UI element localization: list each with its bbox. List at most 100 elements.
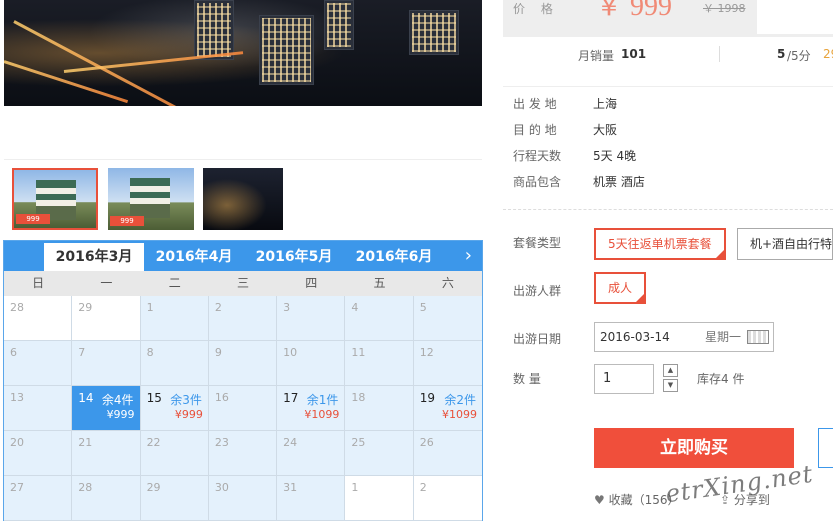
heart-icon: ♥	[594, 493, 605, 507]
monthly-sales-count: 101	[621, 47, 647, 61]
calendar-day[interactable]: 15 余3件 ¥999	[140, 386, 209, 431]
travel-date-field[interactable]: 2016-03-14 星期一	[594, 322, 774, 352]
tab-month-2[interactable]: 2016年4月	[144, 243, 244, 271]
day-stock: 余4件	[101, 393, 134, 407]
traveler-group-label: 出游人群	[513, 284, 562, 298]
day-number: 29	[78, 301, 93, 314]
calendar-day: 3	[277, 296, 346, 341]
calendar-day: 6	[4, 341, 73, 386]
divider	[719, 46, 720, 62]
info-row-departure: 出 发 地 上海	[503, 95, 833, 121]
day-number: 30	[214, 481, 229, 494]
calendar-day: 5	[413, 296, 482, 341]
info-value: 机票 酒店	[593, 175, 645, 189]
calendar-day: 2	[208, 296, 278, 341]
thumbnail-2[interactable]: 999	[108, 168, 194, 230]
traveler-group-option[interactable]: 成人	[594, 272, 647, 304]
tab-month-4[interactable]: 2016年6月	[344, 243, 444, 271]
day-number: 19	[419, 391, 435, 405]
calendar-day: 22	[140, 431, 209, 476]
rating-suffix: /5分	[787, 49, 811, 63]
original-price: ￥ 1998	[703, 2, 746, 15]
day-number: 20	[10, 436, 24, 449]
stock-remaining: 库存4 件	[697, 372, 745, 386]
day-number: 7	[78, 346, 86, 359]
quantity-increase-icon[interactable]: ▲	[663, 364, 678, 377]
divider	[503, 209, 833, 210]
calendar-icon[interactable]	[747, 330, 769, 344]
calendar-day: 28	[72, 476, 141, 521]
package-option-other[interactable]: 机+酒自由行特惠	[737, 228, 833, 260]
day-number: 4	[351, 301, 359, 314]
package-type-label: 套餐类型	[513, 236, 562, 250]
weekday-label: 一	[100, 276, 113, 290]
sales-summary: 月销量 101 5 /5分 29	[503, 40, 833, 70]
day-number: 1	[351, 481, 359, 494]
day-number: 31	[283, 481, 298, 494]
quantity-input[interactable]: 1	[594, 364, 654, 394]
day-number: 13	[10, 391, 24, 404]
calendar-day: 21	[72, 431, 141, 476]
calendar-day: 13	[4, 386, 73, 431]
day-number: 6	[10, 346, 17, 359]
buy-now-button[interactable]: 立即购买	[594, 428, 794, 468]
day-number: 25	[351, 436, 366, 449]
next-month-arrow-icon[interactable]: ›	[465, 241, 472, 271]
day-number: 10	[283, 346, 298, 359]
calendar-day: 25	[345, 431, 414, 476]
quantity-label: 数 量	[513, 372, 541, 386]
calendar-day-selected[interactable]: 14 余4件 ¥999	[72, 386, 141, 431]
tab-month-3[interactable]: 2016年5月	[244, 243, 344, 271]
calendar-day[interactable]: 19 余2件 ¥1099	[413, 386, 482, 431]
monthly-sales-label: 月销量	[578, 49, 615, 63]
day-number: 22	[146, 436, 161, 449]
day-number: 16	[214, 391, 229, 404]
quantity-decrease-icon[interactable]: ▼	[663, 379, 678, 392]
calendar-day: 4	[345, 296, 414, 341]
calendar-day: 7	[72, 341, 141, 386]
package-option-selected[interactable]: 5天往返单机票套餐	[594, 228, 726, 260]
info-key: 商品包含	[513, 175, 562, 189]
rating-value: 5	[777, 47, 786, 61]
day-number: 5	[419, 301, 427, 314]
weekday-label: 六	[441, 276, 454, 290]
tab-month-1[interactable]: 2016年3月	[44, 243, 144, 271]
product-detail-panel: 价 格 ￥ 999 ￥ 1998 月销量 101 5 /5分 29 出 发 地 …	[503, 0, 833, 522]
day-number: 3	[283, 301, 291, 314]
calendar-day: 31	[277, 476, 346, 521]
info-row-includes: 商品包含 机票 酒店	[503, 173, 833, 199]
calendar-day: 29	[72, 296, 141, 341]
day-number: 11	[351, 346, 366, 359]
secondary-action-button[interactable]	[818, 428, 833, 468]
calendar-day: 26	[413, 431, 482, 476]
weekday-label: 五	[373, 276, 386, 290]
calendar-weekday-header: 日一二三四五六	[4, 271, 482, 296]
calendar-day: 12	[413, 341, 482, 386]
day-number: 27	[10, 481, 24, 494]
calendar-day[interactable]: 17 余1件 ¥1099	[277, 386, 346, 431]
calendar-day: 1	[345, 476, 414, 521]
travel-date-weekday: 星期一	[704, 330, 741, 344]
day-stock: 余2件	[444, 393, 476, 407]
calendar-day: 10	[277, 341, 346, 386]
day-price: ¥1099	[441, 408, 477, 421]
current-price: ￥ 999	[595, 0, 673, 22]
thumbnail-1[interactable]: 999	[12, 168, 98, 230]
price-calendar: 2016年3月 2016年4月 2016年5月 2016年6月 › 日 一 二 三 四 五…	[3, 240, 483, 521]
price-tag-corner	[757, 0, 833, 34]
calendar-day: 28	[4, 296, 73, 341]
calendar-day: 9	[208, 341, 278, 386]
calendar-day: 2	[413, 476, 482, 521]
day-number: 28	[78, 481, 93, 494]
day-number: 15	[146, 391, 162, 405]
travel-date-value: 2016-03-14	[600, 330, 670, 344]
calendar-day: 16	[208, 386, 278, 431]
info-value: 大阪	[593, 123, 618, 137]
day-price: ¥1099	[304, 408, 340, 421]
day-number: 28	[10, 301, 24, 314]
weekday-label: 三	[236, 276, 249, 290]
day-number: 9	[214, 346, 222, 359]
thumbnail-3[interactable]	[203, 168, 283, 230]
building-shape	[259, 15, 314, 85]
weekday-label: 四	[305, 276, 318, 290]
